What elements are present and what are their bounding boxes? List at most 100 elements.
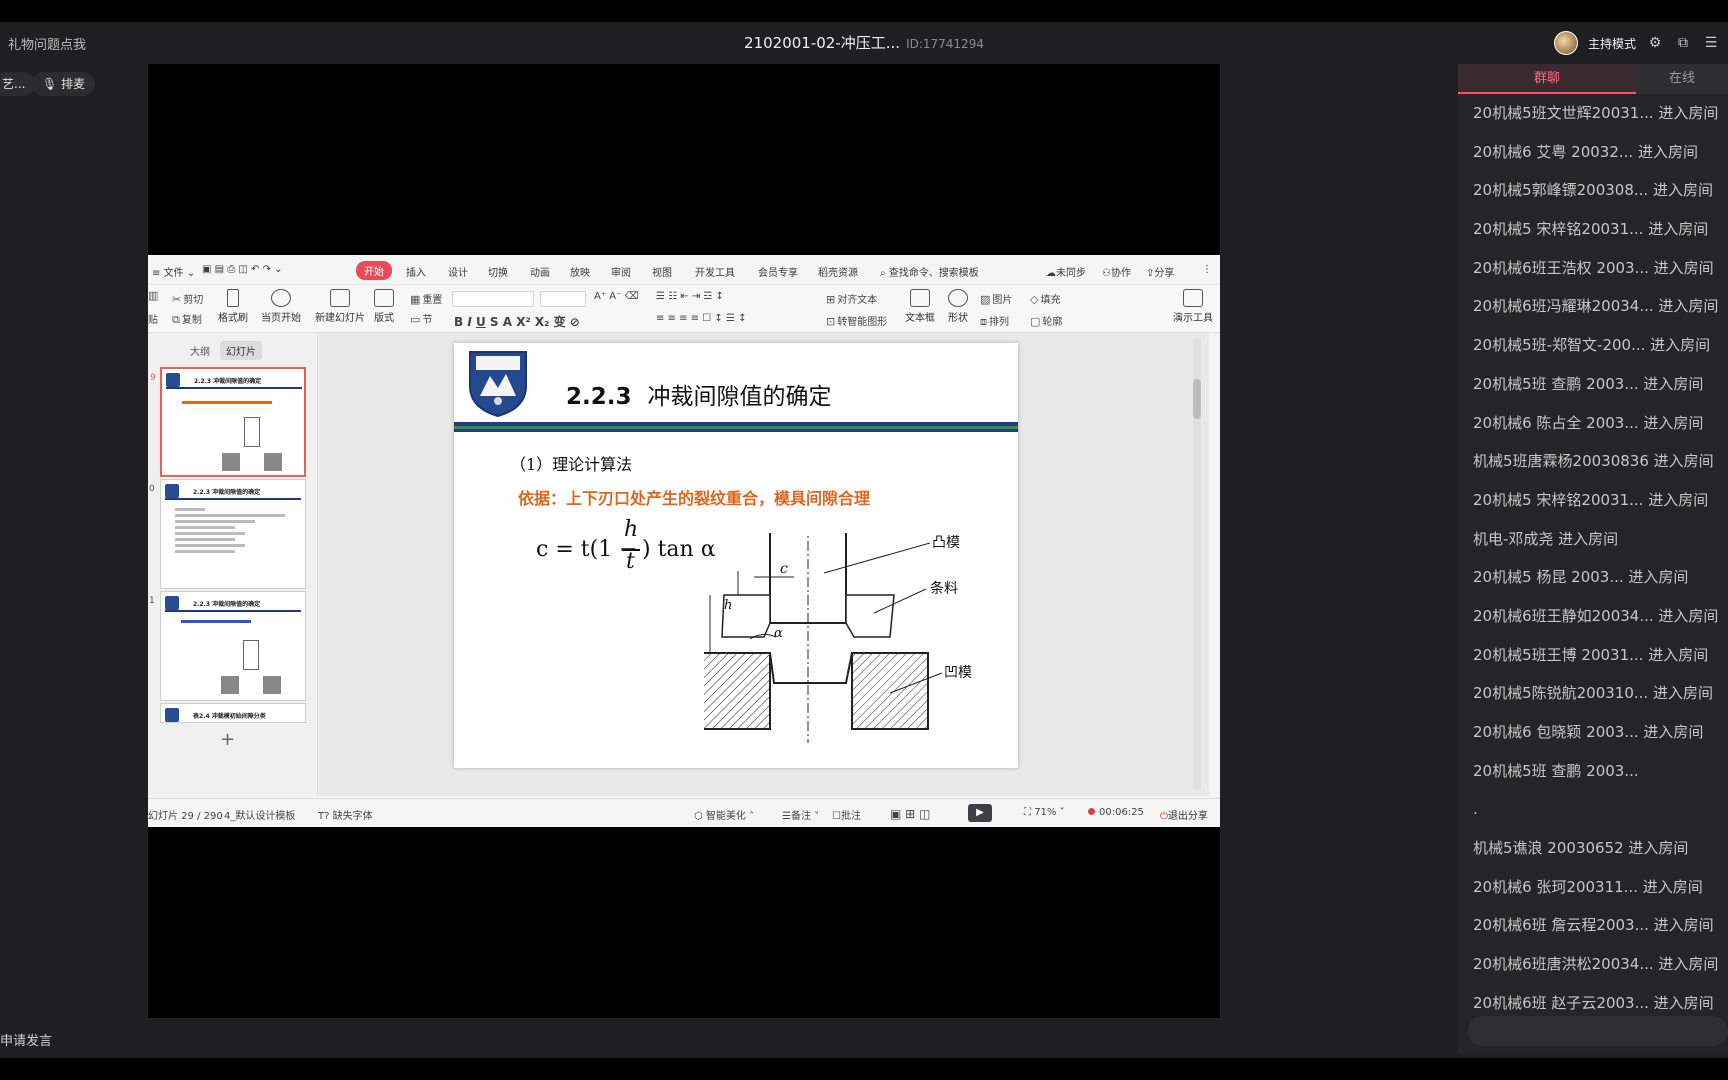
user-chip[interactable]: 艺... [0,72,36,96]
paste-button[interactable]: ▥ [148,289,160,302]
chat-message: . [1473,800,1478,819]
missing-font-label: 缺失字体 [332,811,373,822]
label-h: h [724,598,732,613]
command-search-label: 查找命令、搜索模板 [888,268,979,279]
tab-review[interactable]: 审阅 [611,264,631,279]
mic-queue-chip[interactable]: 🎙 排麦 [32,72,96,96]
tab-view[interactable]: 视图 [652,264,672,279]
tab-design[interactable]: 设计 [448,264,468,279]
sync-status[interactable]: ☁未同步 [1046,264,1086,279]
font-style-icons[interactable]: B I U S A X² X₂ 变 ⊘ [454,313,580,330]
tab-online[interactable]: 在线 [1636,64,1728,94]
file-menu-label: 文件 [163,268,184,279]
reset-button[interactable]: ▦ 重置 [410,291,442,306]
more-icon[interactable]: ⋮ [1202,264,1212,275]
tab-home[interactable]: 开始 [356,261,392,280]
picture-button[interactable]: ▨ 图片 [980,291,1012,306]
chat-message-list[interactable]: 20机械5班文世辉20031... 进入房间 20机械6 艾粤 20032... … [1458,94,1728,1023]
top-black-strip [0,0,1728,22]
new-slide-button[interactable]: 新建幻灯片 [308,289,372,324]
chat-input[interactable] [1468,1016,1728,1046]
textbox-button[interactable]: 文本框 [898,289,942,324]
exit-share-button[interactable]: ⏻退出分享 [1160,807,1208,822]
vertical-scrollbar[interactable] [1193,339,1201,789]
brush-icon [227,289,239,307]
format-painter-button[interactable]: 格式刷 [208,289,258,324]
host-avatar[interactable] [1553,31,1578,55]
share-button[interactable]: ⇪分享 [1146,264,1174,279]
menu-icon[interactable]: ☰ [1702,34,1720,52]
presentation-tools-label: 演示工具 [1173,313,1213,324]
shape-button[interactable]: 形状 [938,289,978,324]
notes-button[interactable]: ☰备注 ˅ [782,807,819,822]
add-slide-icon[interactable]: + [220,729,235,750]
popout-icon[interactable]: ⧉ [1674,34,1692,52]
host-mode-label[interactable]: 主持模式 [1588,35,1636,52]
settings-icon[interactable]: ⚙ [1646,34,1664,52]
tab-docer[interactable]: 稻壳资源 [818,264,858,279]
comment-icon: ☐ [832,811,841,822]
apply-speak-button[interactable]: 申请发言 [0,1030,52,1049]
align-text-button[interactable]: ⊞ 对齐文本 [826,291,877,306]
mic-icon: 🎙 [42,77,58,91]
view-mode-icons[interactable]: ▣ ⊞ ◫ [890,807,930,821]
logo-icon [165,596,179,610]
quick-access-icons[interactable]: ▣ ▤ ⎙ ◫ ↶ ↷ ⌄ [202,264,283,275]
tab-slides[interactable]: 幻灯片 [220,341,262,360]
die-right [851,652,929,730]
align-icons[interactable]: ≡ ≡ ≡ ≡ ☐ ↕ ☰ ↕ [656,313,746,324]
chat-message: 20机械6 陈占全 2003... 进入房间 [1473,413,1704,432]
fill-button[interactable]: ◇ 填充 [1030,291,1060,306]
scrollbar-thumb[interactable] [1193,379,1201,419]
smart-shape-button[interactable]: ⊡ 转智能图形 [826,313,887,328]
layout-button[interactable]: 版式 [364,289,404,324]
font-name-select[interactable] [452,291,534,307]
missing-font[interactable]: T? 缺失字体 [318,807,373,822]
record-dot-icon [1088,808,1095,815]
picture-label: 图片 [992,295,1013,306]
slide-edit-area: 2.2.3 冲裁间隙值的确定 （1）理论计算法 依据：上下刃口处产生的裂纹重合，… [319,333,1209,796]
beautify-button[interactable]: ⬡ 智能美化 ˄ [694,807,754,822]
font-size-select[interactable] [540,291,586,307]
chat-panel: 群聊 在线 20机械5班文世辉20031... 进入房间 20机械6 艾粤 200… [1458,64,1728,1054]
tab-insert[interactable]: 插入 [406,264,426,279]
slide-thumbnail[interactable]: 0 2.2.3 冲裁间隙值的确定 [149,479,306,589]
list-icons[interactable]: ☰ ☷ ⇤ ⇥ ☲ ↕ [656,291,724,302]
font-size-icons[interactable]: A⁺ A⁻ ⌫ [594,291,639,302]
play-current-button[interactable]: 当页开始 [256,289,306,324]
template-name[interactable]: 4_默认设计模板 [224,807,295,822]
tab-slideshow[interactable]: 放映 [570,264,590,279]
presentation-tools-button[interactable]: 演示工具 [1166,289,1220,324]
copy-button[interactable]: ⧉ 复制 [172,311,202,327]
tab-member[interactable]: 会员专享 [758,264,798,279]
section-button[interactable]: ▭ 节 [410,311,432,326]
slide-thumbnail[interactable]: 1 2.2.3 冲裁间隙值的确定 [149,591,306,701]
current-slide[interactable]: 2.2.3 冲裁间隙值的确定 （1）理论计算法 依据：上下刃口处产生的裂纹重合，… [454,343,1018,768]
command-search[interactable]: ⌕ 查找命令、搜索模板 [880,264,979,279]
paste-label[interactable]: 贴 [148,311,158,326]
cut-button[interactable]: ✂ 剪切 [172,291,203,306]
chat-message: 20机械6 包晓颖 2003... 进入房间 [1473,723,1704,741]
play-icon[interactable]: ▶ [968,804,992,822]
fill-icon: ◇ [1030,293,1039,306]
zoom-control[interactable]: ⛶ 71% ˅ [1024,807,1065,818]
die-left [704,652,771,730]
tab-group-chat[interactable]: 群聊 [1458,64,1636,94]
file-menu[interactable]: ≡ 文件 ⌄ [152,264,195,279]
tab-developer[interactable]: 开发工具 [695,264,735,279]
shape-label: 形状 [948,313,968,324]
home-ribbon: ▥ 贴 ✂ 剪切 ⧉ 复制 格式刷 当页开始 新建幻灯片 版式 ▦ 重置 ▭ 节 A⁺ … [148,285,1220,333]
collab-button[interactable]: ⚇协作 [1102,264,1131,279]
comment-button[interactable]: ☐批注 [832,807,861,822]
notes-label: 备注 [790,811,811,822]
tab-outline[interactable]: 大纲 [184,341,216,360]
slide-thumbnail[interactable]: 2 表2.4 冲裁模初始间隙分类 [160,703,306,723]
tab-transition[interactable]: 切换 [488,264,508,279]
slide-thumbnail[interactable]: 9 2.2.3 冲裁间隙值的确定 [150,367,306,477]
arrange-button[interactable]: ⧈ 排列 [980,313,1009,329]
search-icon: ⌕ [880,268,886,279]
scissors-icon: ✂ [172,293,182,306]
thumb-text-orange [182,401,272,404]
outline-button[interactable]: ▢ 轮廓 [1030,313,1062,328]
tab-animation[interactable]: 动画 [530,264,550,279]
